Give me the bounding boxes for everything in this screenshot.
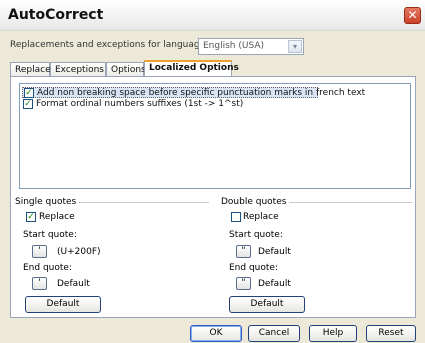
double-end-value: Default (258, 279, 291, 289)
ok-button[interactable]: OK (190, 325, 242, 342)
tab-replace[interactable]: Replace (10, 62, 51, 77)
single-start-quote-button[interactable]: ' (32, 245, 47, 258)
option-label: Format ordinal numbers suffixes (1st -> … (36, 99, 244, 109)
cancel-button[interactable]: Cancel (248, 325, 300, 342)
option-checkbox[interactable]: ✓ (24, 88, 34, 98)
list-item[interactable]: ✓ Format ordinal numbers suffixes (1st -… (22, 99, 318, 110)
single-end-quote-button[interactable]: ' (32, 277, 47, 290)
single-quotes-title: Single quotes (15, 197, 80, 207)
double-start-value: Default (258, 247, 291, 257)
chevron-down-icon[interactable]: ▾ (288, 40, 302, 53)
close-icon[interactable]: ✕ (404, 7, 421, 24)
single-end-label: End quote: (23, 263, 72, 273)
double-start-quote-button[interactable]: " (236, 245, 251, 258)
single-start-label: Start quote: (23, 230, 77, 240)
language-selected-value: English (USA) (203, 41, 265, 51)
single-replace-label: Replace (39, 212, 75, 222)
single-replace-checkbox[interactable]: ✓ (26, 212, 36, 222)
single-default-button[interactable]: Default (25, 296, 101, 313)
double-replace-checkbox[interactable] (231, 212, 241, 222)
single-start-value: (U+200F) (57, 247, 101, 257)
single-quotes-divider (69, 202, 209, 203)
title-bar[interactable]: AutoCorrect ✕ (0, 0, 425, 31)
language-label: Replacements and exceptions for language… (10, 40, 209, 50)
window-title: AutoCorrect (8, 7, 104, 23)
option-label: Add non breaking space before specific p… (37, 88, 366, 98)
double-quotes-divider (288, 202, 412, 203)
double-default-button[interactable]: Default (229, 296, 305, 313)
single-end-value: Default (57, 279, 90, 289)
double-replace-label: Replace (243, 212, 279, 222)
option-checkbox[interactable]: ✓ (23, 99, 33, 109)
tab-exceptions[interactable]: Exceptions (50, 62, 106, 77)
tab-options[interactable]: Options (106, 62, 146, 77)
tab-localized-options[interactable]: Localized Options (144, 60, 239, 77)
double-quotes-title: Double quotes (221, 197, 290, 207)
autocorrect-dialog: AutoCorrect ✕ Replacements and exception… (0, 0, 425, 343)
double-start-label: Start quote: (229, 230, 283, 240)
options-list[interactable]: ✓ Add non breaking space before specific… (19, 83, 411, 189)
double-end-quote-button[interactable]: " (236, 277, 251, 290)
double-end-label: End quote: (229, 263, 278, 273)
language-select[interactable]: English (USA) ▾ (198, 38, 304, 55)
reset-button[interactable]: Reset (366, 325, 416, 342)
tab-panel: ✓ Add non breaking space before specific… (10, 76, 416, 318)
help-button[interactable]: Help (309, 325, 357, 342)
list-item[interactable]: ✓ Add non breaking space before specific… (22, 87, 365, 98)
